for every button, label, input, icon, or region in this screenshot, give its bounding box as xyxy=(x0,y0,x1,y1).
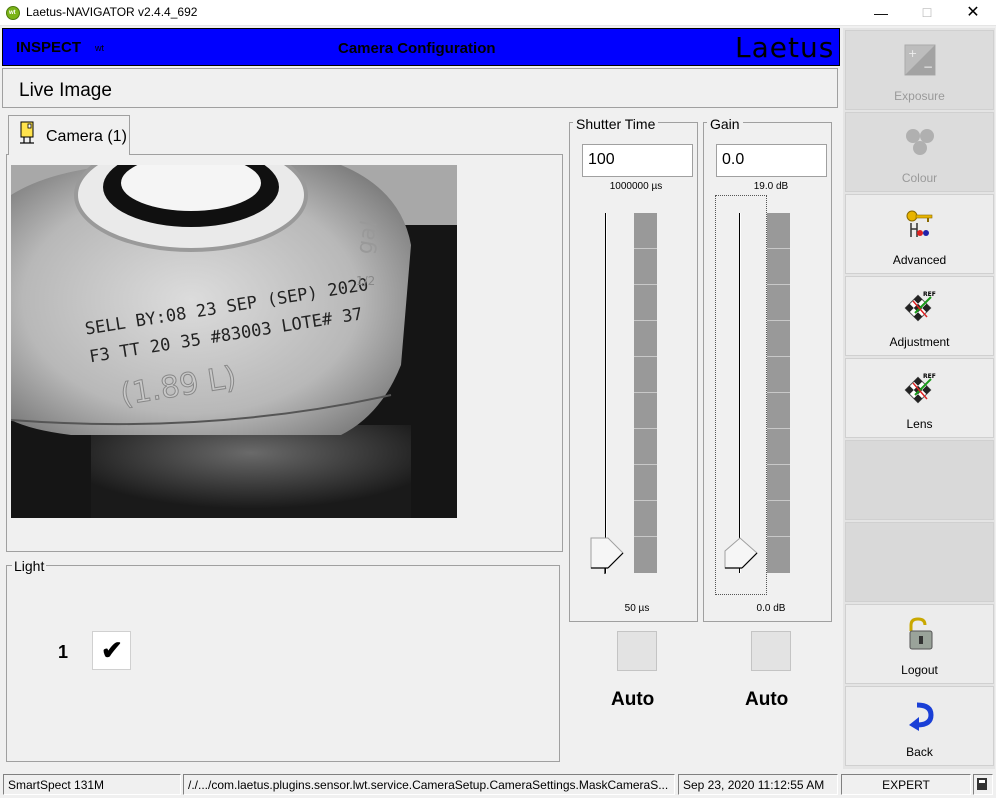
colour-icon xyxy=(906,129,934,155)
shutter-level-bar xyxy=(634,213,657,573)
shutter-auto-toggle[interactable] xyxy=(617,631,657,671)
advanced-label: Advanced xyxy=(892,253,947,267)
window-title: Laetus-NAVIGATOR v2.4.4_692 xyxy=(26,5,198,19)
gain-slider-track[interactable] xyxy=(739,213,741,573)
gain-auto-label: Auto xyxy=(745,689,789,710)
shutter-max-label: 1000000 µs xyxy=(609,181,663,192)
gain-max-label: 19.0 dB xyxy=(753,181,789,192)
status-datetime: Sep 23, 2020 11:12:55 AM xyxy=(678,774,838,795)
level-segment xyxy=(767,213,790,249)
back-button[interactable]: Back xyxy=(845,686,994,766)
level-segment xyxy=(767,465,790,501)
gain-slider-focus xyxy=(715,195,767,595)
lens-label: Lens xyxy=(906,417,933,431)
light-legend: Light xyxy=(12,558,47,574)
header-bar: INSPECT wt Camera Configuration Laetus xyxy=(2,28,840,66)
lens-icon: REF xyxy=(904,373,936,404)
camera-icon xyxy=(20,121,34,144)
exposure-icon: + − xyxy=(904,44,936,76)
svg-text:−: − xyxy=(923,60,933,74)
shutter-time-input[interactable]: 100 xyxy=(582,144,693,177)
sidebar-empty-slot-1 xyxy=(845,440,994,520)
level-segment xyxy=(634,321,657,357)
keyboard-lock-icon xyxy=(977,778,987,790)
app-icon: wt xyxy=(6,6,20,20)
minimize-button[interactable]: — xyxy=(858,0,904,26)
level-segment xyxy=(767,357,790,393)
gain-input[interactable]: 0.0 xyxy=(716,144,827,177)
maximize-button[interactable]: ☐ xyxy=(904,0,950,26)
inspect-label: INSPECT xyxy=(16,39,82,56)
adjustment-label: Adjustment xyxy=(889,335,950,349)
adjustment-icon: REF xyxy=(904,291,936,322)
advanced-button[interactable]: Advanced xyxy=(845,194,994,274)
level-segment xyxy=(634,537,657,573)
logout-label: Logout xyxy=(901,663,938,677)
shutter-slider-handle[interactable] xyxy=(590,537,624,575)
live-image-label: Live Image xyxy=(19,80,112,101)
light-index: 1 xyxy=(58,642,69,662)
status-device: SmartSpect 131M xyxy=(3,774,181,795)
level-segment xyxy=(767,285,790,321)
light-panel xyxy=(6,565,560,762)
logout-button[interactable]: Logout xyxy=(845,604,994,684)
colour-button[interactable]: Colour xyxy=(845,112,994,192)
light-1-checkbox[interactable]: ✔ xyxy=(92,631,131,670)
page-title: Camera Configuration xyxy=(338,40,496,57)
level-segment xyxy=(634,429,657,465)
level-segment xyxy=(767,537,790,573)
shutter-auto-label: Auto xyxy=(611,689,655,710)
back-arrow-icon xyxy=(909,702,934,731)
inspect-sub-label: wt xyxy=(95,43,104,53)
shutter-time-legend: Shutter Time xyxy=(573,116,659,132)
camera-frame: SELL BY:08 23 SEP (SEP) 2020 F3 TT 20 35… xyxy=(11,165,457,518)
ref-label: REF xyxy=(923,373,936,380)
gain-legend: Gain xyxy=(707,116,743,132)
back-label: Back xyxy=(906,745,933,759)
side-embossed-half: 1/2 xyxy=(356,274,375,288)
gain-slider-handle[interactable] xyxy=(724,537,758,575)
exposure-label: Exposure xyxy=(894,89,945,103)
status-user-level: EXPERT xyxy=(841,774,971,795)
level-segment xyxy=(634,357,657,393)
app-icon-text: wt xyxy=(9,10,16,16)
colour-label: Colour xyxy=(901,171,938,185)
status-bar: SmartSpect 131M /./.../com.laetus.plugin… xyxy=(0,771,996,798)
ref-label: REF xyxy=(923,291,936,298)
status-path: /./.../com.laetus.plugins.sensor.lwt.ser… xyxy=(183,774,675,795)
sidebar-empty-slot-2 xyxy=(845,522,994,602)
camera-tab-label: Camera (1) xyxy=(46,128,127,145)
padlock-icon xyxy=(909,617,933,650)
svg-text:+: + xyxy=(908,47,917,60)
level-segment xyxy=(767,321,790,357)
title-bar: wt Laetus-NAVIGATOR v2.4.4_692 — ☐ ✕ xyxy=(0,0,996,26)
tab-camera-1[interactable]: Camera (1) xyxy=(8,115,130,155)
level-segment xyxy=(767,501,790,537)
level-segment xyxy=(634,465,657,501)
checkmark-icon: ✔ xyxy=(101,635,123,665)
gain-min-label: 0.0 dB xyxy=(756,603,786,614)
brand-logo: Laetus xyxy=(735,31,835,64)
live-image-bar: Live Image xyxy=(2,68,838,108)
gain-level-bar xyxy=(767,213,790,573)
level-segment xyxy=(634,285,657,321)
level-segment xyxy=(767,249,790,285)
gain-auto-toggle[interactable] xyxy=(751,631,791,671)
live-camera-image: SELL BY:08 23 SEP (SEP) 2020 F3 TT 20 35… xyxy=(11,165,457,518)
shutter-min-label: 50 µs xyxy=(624,603,650,614)
level-segment xyxy=(634,213,657,249)
level-segment xyxy=(634,249,657,285)
level-segment xyxy=(767,393,790,429)
exposure-button[interactable]: + − Exposure xyxy=(845,30,994,110)
shutter-slider-track[interactable] xyxy=(605,213,607,573)
adjustment-button[interactable]: REF Adjustment xyxy=(845,276,994,356)
status-indicator xyxy=(973,774,993,795)
level-segment xyxy=(634,393,657,429)
close-button[interactable]: ✕ xyxy=(950,0,996,26)
lens-button[interactable]: REF Lens xyxy=(845,358,994,438)
key-icon xyxy=(906,210,933,237)
level-segment xyxy=(634,501,657,537)
level-segment xyxy=(767,429,790,465)
